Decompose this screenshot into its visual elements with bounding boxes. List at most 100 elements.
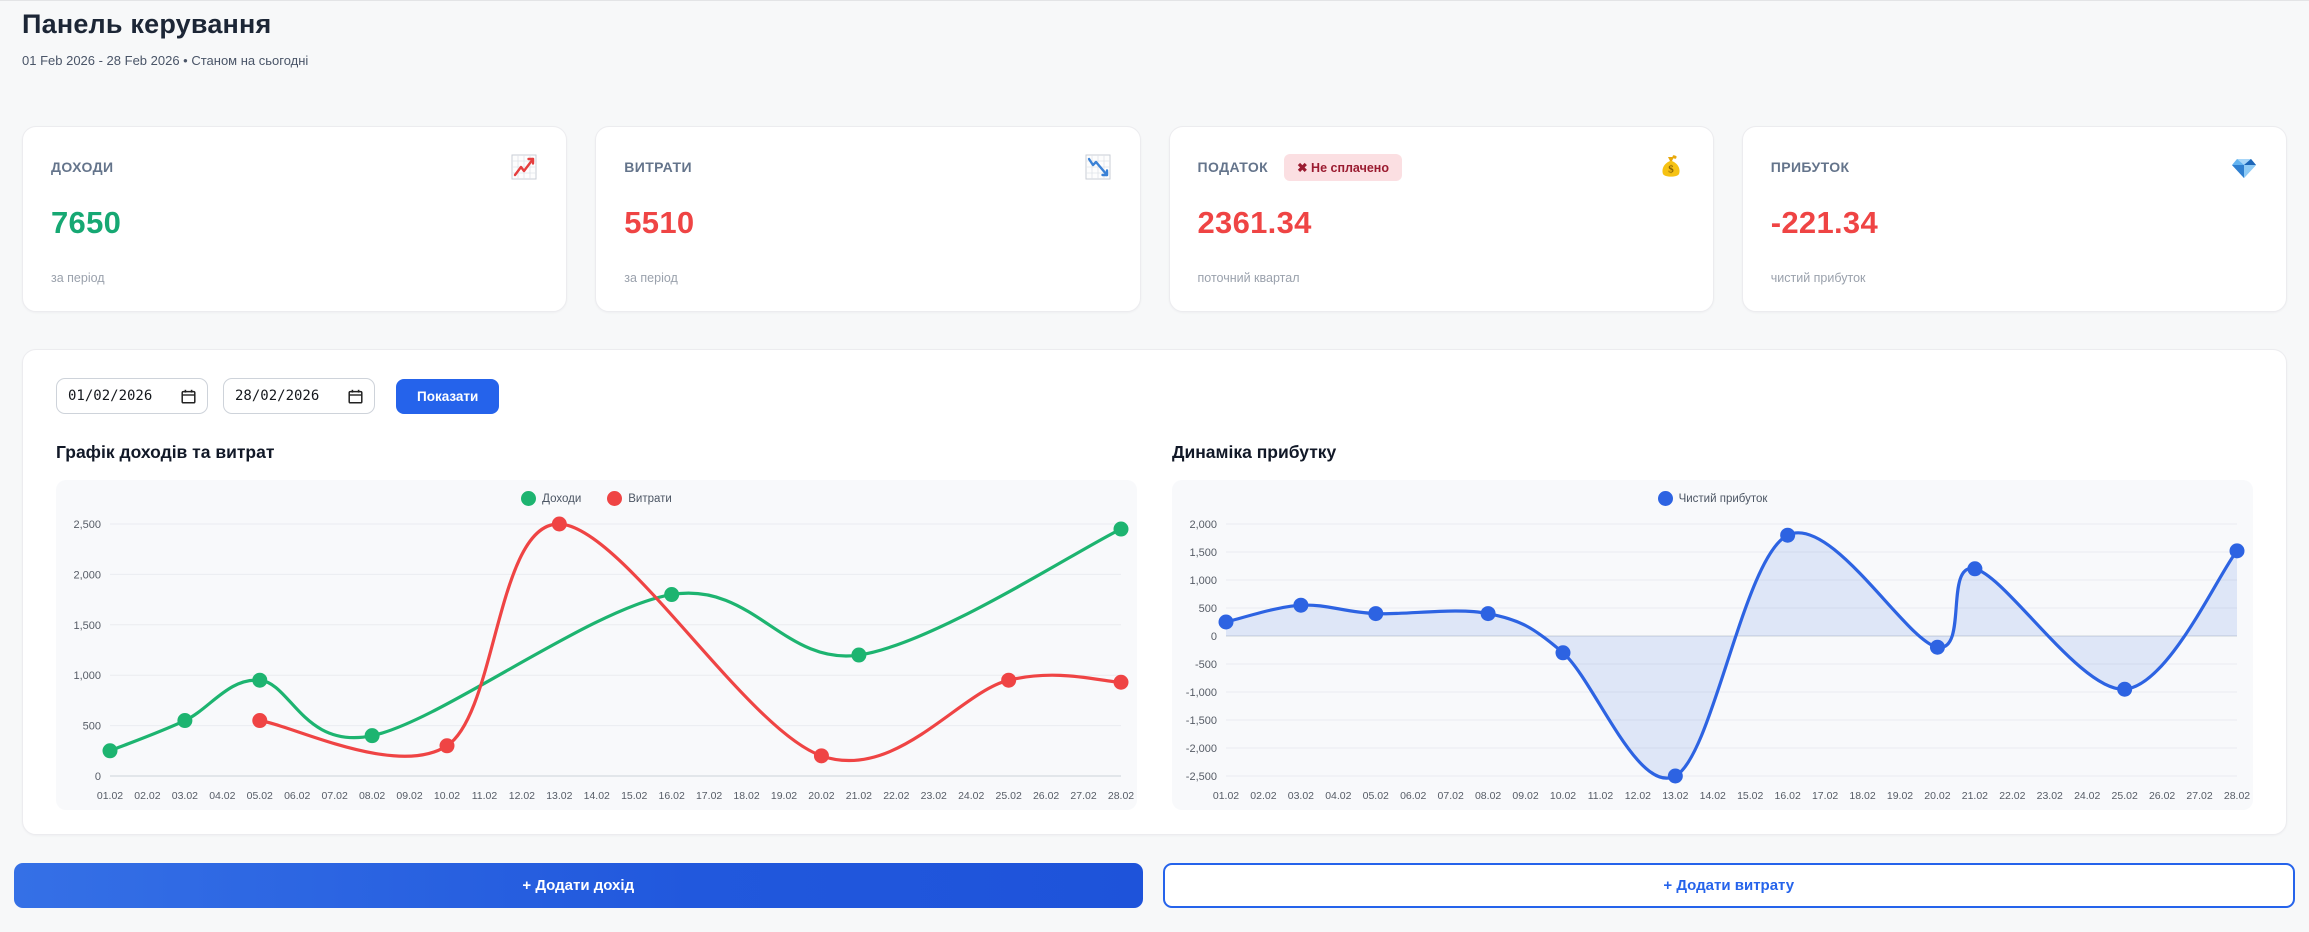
- card-header: ПРИБУТОК: [1771, 153, 2258, 181]
- chart-canvas: -2,500-2,000-1,500-1,000-50005001,0001,5…: [1172, 480, 2253, 810]
- svg-text:01.02: 01.02: [1213, 790, 1239, 802]
- legend-item[interactable]: Чистий прибуток: [1658, 491, 1768, 506]
- card-value: 2361.34: [1198, 205, 1685, 241]
- add-income-button[interactable]: + Додати дохід: [14, 863, 1143, 908]
- svg-text:24.02: 24.02: [958, 790, 984, 802]
- date-to-value: 28/02/2026: [235, 388, 319, 404]
- legend-label: Чистий прибуток: [1679, 493, 1768, 505]
- date-from-input[interactable]: 01/02/2026: [56, 378, 208, 414]
- svg-text:20.02: 20.02: [1924, 790, 1950, 802]
- legend-label: Доходи: [542, 493, 581, 505]
- svg-text:09.02: 09.02: [1512, 790, 1538, 802]
- svg-text:23.02: 23.02: [921, 790, 947, 802]
- svg-text:0: 0: [1211, 631, 1217, 643]
- svg-text:12.02: 12.02: [1625, 790, 1651, 802]
- chart-legend: Доходи Витрати: [56, 491, 1137, 506]
- card-header: ВИТРАТИ: [624, 153, 1111, 181]
- svg-text:20.02: 20.02: [808, 790, 834, 802]
- date-from-value: 01/02/2026: [68, 388, 152, 404]
- svg-text:22.02: 22.02: [883, 790, 909, 802]
- income-expense-chart: ДоходиВитрати05001,0001,5002,0002,50001.…: [56, 480, 1137, 810]
- svg-text:10.02: 10.02: [434, 790, 460, 802]
- svg-text:27.02: 27.02: [1070, 790, 1096, 802]
- date-to-input[interactable]: 28/02/2026: [223, 378, 375, 414]
- legend-item[interactable]: Витрати: [607, 491, 672, 506]
- svg-text:02.02: 02.02: [134, 790, 160, 802]
- money-bag-icon: $: [1657, 153, 1685, 181]
- income-card: ДОХОДИ 7650 за період: [22, 126, 567, 312]
- income-expense-chart-section: Графік доходів та витрат ДоходиВитрати05…: [56, 440, 1137, 810]
- svg-text:25.02: 25.02: [2112, 790, 2138, 802]
- svg-text:18.02: 18.02: [1849, 790, 1875, 802]
- charts-panel: 01/02/2026 28/02/2026: [22, 349, 2287, 835]
- svg-text:08.02: 08.02: [359, 790, 385, 802]
- svg-text:-2,000: -2,000: [1186, 743, 1217, 755]
- card-value: -221.34: [1771, 205, 2258, 241]
- svg-text:28.02: 28.02: [1108, 790, 1134, 802]
- svg-text:1,000: 1,000: [1189, 575, 1217, 587]
- svg-text:04.02: 04.02: [209, 790, 235, 802]
- svg-text:03.02: 03.02: [172, 790, 198, 802]
- svg-text:16.02: 16.02: [1775, 790, 1801, 802]
- svg-text:05.02: 05.02: [1363, 790, 1389, 802]
- card-label: ДОХОДИ: [51, 159, 113, 175]
- svg-text:2,000: 2,000: [73, 569, 101, 581]
- svg-text:06.02: 06.02: [284, 790, 310, 802]
- card-label: ПОДАТОК: [1198, 159, 1269, 175]
- svg-text:01.02: 01.02: [97, 790, 123, 802]
- svg-text:14.02: 14.02: [584, 790, 610, 802]
- svg-text:11.02: 11.02: [472, 790, 498, 802]
- svg-text:21.02: 21.02: [846, 790, 872, 802]
- svg-text:14.02: 14.02: [1700, 790, 1726, 802]
- svg-text:15.02: 15.02: [621, 790, 647, 802]
- svg-text:05.02: 05.02: [247, 790, 273, 802]
- charts-row: Графік доходів та витрат ДоходиВитрати05…: [56, 440, 2253, 810]
- svg-text:26.02: 26.02: [1033, 790, 1059, 802]
- svg-text:-1,500: -1,500: [1186, 715, 1217, 727]
- svg-text:17.02: 17.02: [1812, 790, 1838, 802]
- svg-text:500: 500: [83, 721, 101, 733]
- show-button[interactable]: Показати: [396, 379, 499, 414]
- svg-text:26.02: 26.02: [2149, 790, 2175, 802]
- card-label: ПРИБУТОК: [1771, 159, 1850, 175]
- legend-label: Витрати: [628, 493, 672, 505]
- svg-text:13.02: 13.02: [1662, 790, 1688, 802]
- svg-text:$: $: [1668, 164, 1674, 176]
- profit-chart-section: Динаміка прибутку Чистий прибуток -2,500 -…: [1172, 440, 2253, 810]
- card-header: ДОХОДИ: [51, 153, 538, 181]
- svg-text:2,500: 2,500: [73, 519, 101, 531]
- chart-increasing-icon: [510, 153, 538, 181]
- action-buttons: + Додати дохід + Додати витрату: [14, 863, 2295, 908]
- svg-text:-2,500: -2,500: [1186, 771, 1217, 783]
- card-sublabel: за період: [51, 271, 538, 285]
- svg-text:28.02: 28.02: [2224, 790, 2250, 802]
- card-sublabel: поточний квартал: [1198, 271, 1685, 285]
- chart-title: Динаміка прибутку: [1172, 442, 2253, 463]
- svg-text:24.02: 24.02: [2074, 790, 2100, 802]
- chart-title: Графік доходів та витрат: [56, 442, 1137, 463]
- svg-text:2,000: 2,000: [1189, 519, 1217, 531]
- svg-text:0: 0: [95, 771, 101, 783]
- card-header: ПОДАТОК ✖ Не сплачено $: [1198, 153, 1685, 181]
- svg-text:09.02: 09.02: [396, 790, 422, 802]
- svg-text:22.02: 22.02: [1999, 790, 2025, 802]
- svg-text:16.02: 16.02: [659, 790, 685, 802]
- legend-item[interactable]: Доходи: [521, 491, 581, 506]
- chart-decreasing-icon: [1084, 153, 1112, 181]
- card-sublabel: чистий прибуток: [1771, 271, 2258, 285]
- legend-dot: [607, 491, 622, 506]
- svg-text:06.02: 06.02: [1400, 790, 1426, 802]
- stat-cards: ДОХОДИ 7650 за період ВИТРАТИ: [22, 126, 2287, 312]
- svg-text:12.02: 12.02: [509, 790, 535, 802]
- svg-text:1,500: 1,500: [73, 620, 101, 632]
- add-expense-button[interactable]: + Додати витрату: [1163, 863, 2296, 908]
- svg-text:10.02: 10.02: [1550, 790, 1576, 802]
- svg-text:13.02: 13.02: [546, 790, 572, 802]
- svg-text:17.02: 17.02: [696, 790, 722, 802]
- svg-text:1,500: 1,500: [1189, 547, 1217, 559]
- svg-text:04.02: 04.02: [1325, 790, 1351, 802]
- card-value: 7650: [51, 205, 538, 241]
- card-value: 5510: [624, 205, 1111, 241]
- calendar-icon[interactable]: [181, 389, 196, 404]
- calendar-icon[interactable]: [348, 389, 363, 404]
